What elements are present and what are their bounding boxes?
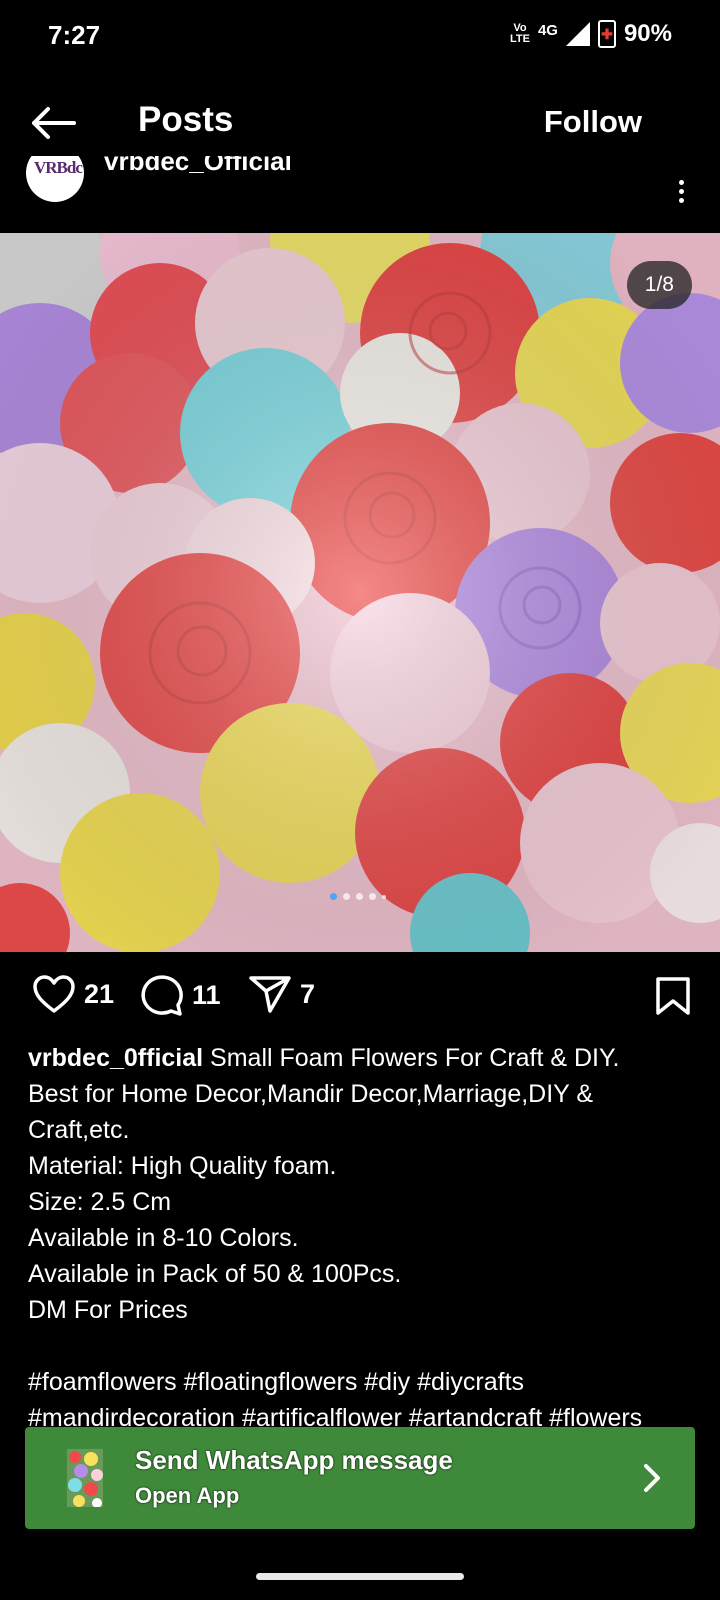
battery-icon: ✚ (597, 20, 616, 48)
caption-line: Size: 2.5 Cm (28, 1188, 172, 1216)
caption-username[interactable]: vrbdec_0fficial (28, 1044, 203, 1072)
hashtags-line[interactable]: #foamflowers #floatingflowers #diy #diyc… (28, 1364, 700, 1400)
post-caption: vrbdec_0fficial Small Foam Flowers For C… (28, 1040, 700, 1436)
page-title: Posts (138, 100, 234, 139)
caption-line: Material: High Quality foam. (28, 1152, 337, 1180)
status-bar: 7:27 Vo LTE 4G ✚ 90% (0, 0, 720, 72)
whatsapp-cta-button[interactable]: Send WhatsApp message Open App (25, 1427, 695, 1529)
like-count: 21 (84, 978, 115, 1009)
bookmark-icon[interactable] (654, 976, 692, 1016)
battery-percent: 90% (623, 20, 672, 47)
carousel-indicator (330, 893, 386, 900)
post-author-row: VRBdc vrbdec_Official (0, 156, 720, 232)
cta-subtitle: Open App (135, 1483, 240, 1508)
avatar[interactable]: VRBdc (26, 156, 84, 202)
caption-line: Small Foam Flowers For Craft & DIY. (210, 1044, 620, 1072)
avatar-logo: VRBdc (34, 158, 83, 177)
comment-count: 11 (192, 979, 221, 1010)
status-time: 7:27 (48, 20, 101, 50)
arrow-left-icon[interactable] (30, 106, 76, 140)
post-actions: 21 11 7 (0, 960, 720, 1032)
network-type: 4G (537, 21, 558, 39)
more-options-icon[interactable] (678, 180, 686, 204)
comment-icon (141, 975, 183, 1016)
comment-button[interactable]: 11 (140, 974, 221, 1016)
caption-line: Available in 8-10 Colors. (28, 1224, 299, 1252)
share-button[interactable]: 7 (248, 974, 315, 1014)
caption-line: Best for Home Decor,Mandir Decor,Marriag… (28, 1080, 594, 1108)
follow-button[interactable]: Follow (544, 104, 642, 140)
like-button[interactable]: 21 (32, 974, 114, 1014)
heart-icon (33, 975, 75, 1013)
carousel-counter: 1/8 (626, 261, 692, 309)
product-thumbnail (67, 1449, 103, 1507)
status-icons: Vo LTE 4G ✚ 90% (510, 20, 672, 48)
volte-icon: Vo LTE (509, 22, 530, 45)
flowers-illustration (0, 233, 720, 952)
caption-line: Available in Pack of 50 & 100Pcs. (28, 1260, 402, 1288)
chevron-right-icon (644, 1464, 660, 1492)
send-icon (249, 976, 291, 1013)
top-app-bar: Posts Follow (0, 90, 720, 156)
caption-line: Craft,etc. (28, 1116, 130, 1144)
caption-line: DM For Prices (28, 1296, 188, 1324)
signal-icon (565, 22, 590, 46)
cta-title: Send WhatsApp message (135, 1445, 453, 1475)
share-count: 7 (300, 978, 316, 1009)
home-indicator[interactable] (256, 1573, 464, 1580)
author-username[interactable]: vrbdec_Official (104, 156, 292, 186)
post-image[interactable]: 1/8 (0, 233, 720, 952)
